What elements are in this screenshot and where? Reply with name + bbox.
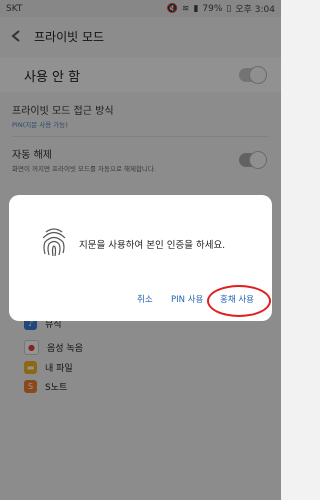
dialog-message: 지문을 사용하여 본인 인증을 하세요. [79, 240, 226, 251]
use-pin-button[interactable]: PIN 사용 [171, 293, 203, 305]
fingerprint-dialog: 지문을 사용하여 본인 인증을 하세요. 취소 PIN 사용 홍채 사용 [9, 195, 272, 321]
fingerprint-icon [42, 228, 66, 257]
cancel-button[interactable]: 취소 [137, 293, 153, 305]
highlight-ellipse [207, 285, 271, 317]
